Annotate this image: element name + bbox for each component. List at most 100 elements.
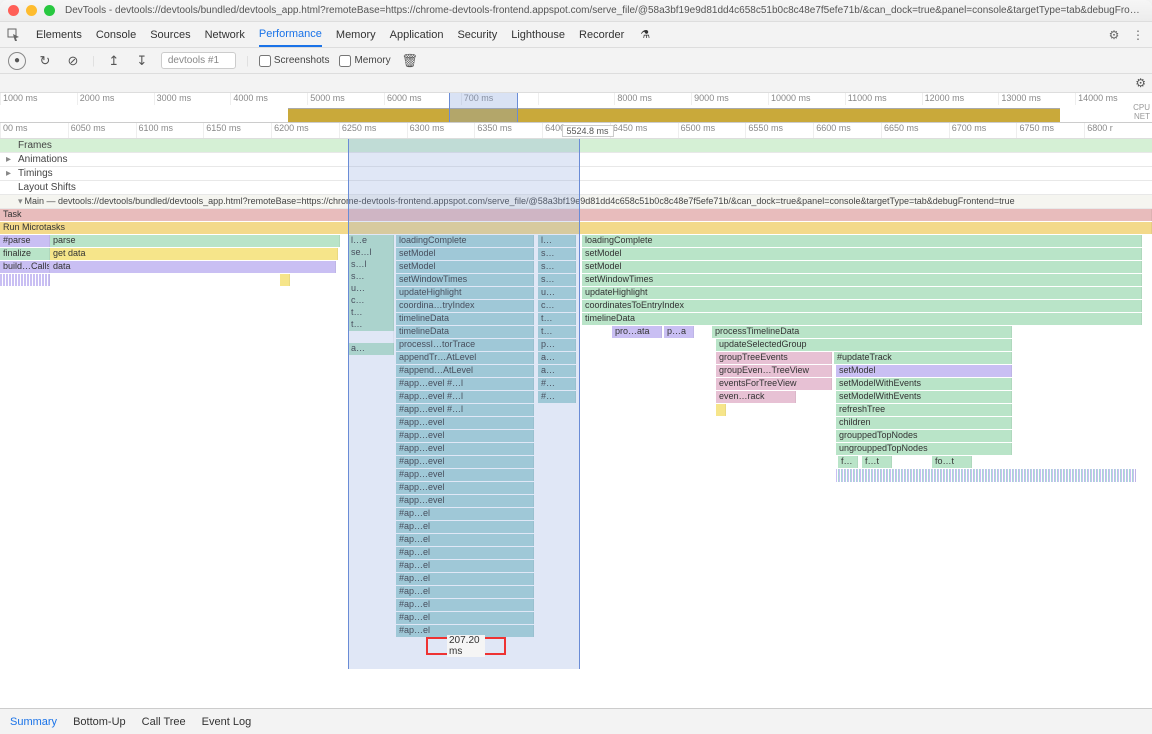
frames-track[interactable]: Frames 5524.8 ms	[0, 139, 1152, 153]
trash-icon[interactable]: 🗑	[401, 52, 419, 70]
flame-bar[interactable]: timelineData	[396, 326, 534, 338]
more-icon[interactable]: ⋮	[1130, 27, 1146, 43]
flame-bar[interactable]: #ap…el	[396, 573, 534, 585]
upload-icon[interactable]: ↥	[105, 52, 123, 70]
flame-bar[interactable]: #ap…el	[396, 508, 534, 520]
flame-bar[interactable]: c…	[538, 300, 576, 312]
flame-bar[interactable]: p…	[538, 339, 576, 351]
gear-icon[interactable]: ⚙	[1135, 76, 1146, 90]
flame-bar[interactable]: #app…evel #…l	[396, 404, 534, 416]
flame-bar[interactable]: loadingComplete	[582, 235, 1142, 247]
tab-application[interactable]: Application	[390, 24, 444, 46]
flame-bar[interactable]: a…	[538, 365, 576, 377]
minimize-icon[interactable]	[26, 5, 37, 16]
flame-bar[interactable]: a…	[538, 352, 576, 364]
flame-chart[interactable]: Task Run Microtasks #parse parse finaliz…	[0, 209, 1152, 669]
flame-bar[interactable]: #…	[538, 378, 576, 390]
flame-bar[interactable]: s…	[538, 261, 576, 273]
zoom-icon[interactable]	[44, 5, 55, 16]
flame-bar[interactable]: #app…evel #…l	[396, 378, 534, 390]
flame-task[interactable]: Task	[0, 209, 1152, 221]
inspect-icon[interactable]	[6, 27, 22, 43]
flame-bar[interactable]: coordina…tryIndex	[396, 300, 534, 312]
flame-bar[interactable]: timelineData	[396, 313, 534, 325]
flame-bar[interactable]: updateHighlight	[396, 287, 534, 299]
flame-bar[interactable]: #app…evel	[396, 430, 534, 442]
tab-recorder[interactable]: Recorder	[579, 24, 624, 46]
flame-bar[interactable]: build…Calls	[0, 261, 50, 273]
flame-bar[interactable]: finalize	[0, 248, 50, 260]
flame-bar[interactable]: setModel	[396, 248, 534, 260]
flame-bar[interactable]: get data	[50, 248, 338, 260]
tab-summary[interactable]: Summary	[10, 716, 57, 728]
flame-bar[interactable]: s…	[538, 274, 576, 286]
settings-icon[interactable]: ⚙	[1106, 27, 1122, 43]
clear-icon[interactable]: ⊘	[64, 52, 82, 70]
flame-bar[interactable]: data	[50, 261, 336, 273]
flame-bar[interactable]: coordinatesToEntryIndex	[582, 300, 1142, 312]
flame-bar[interactable]: #…	[538, 391, 576, 403]
flame-bar[interactable]: #app…evel	[396, 495, 534, 507]
tab-memory[interactable]: Memory	[336, 24, 376, 46]
tab-bottom-up[interactable]: Bottom-Up	[73, 716, 126, 728]
timings-track[interactable]: Timings	[0, 167, 1152, 181]
flame-bar[interactable]: #ap…el	[396, 625, 534, 637]
flame-bar[interactable]: l…	[538, 235, 576, 247]
flame-bar[interactable]: #ap…el	[396, 534, 534, 546]
tab-sources[interactable]: Sources	[150, 24, 190, 46]
flame-bar[interactable]: #app…evel	[396, 417, 534, 429]
flame-bar[interactable]: appendTr…AtLevel	[396, 352, 534, 364]
flame-bar[interactable]	[280, 274, 290, 286]
flame-bar[interactable]: #app…evel	[396, 482, 534, 494]
overview-labels: CPUNET	[1133, 103, 1150, 121]
flame-bar[interactable]: setModel	[582, 261, 1142, 273]
flame-bar[interactable]: parse	[50, 235, 340, 247]
tab-performance[interactable]: Performance	[259, 23, 322, 47]
main-thread-header[interactable]: Main — devtools://devtools/bundled/devto…	[0, 195, 1152, 209]
layout-shifts-track[interactable]: Layout Shifts	[0, 181, 1152, 195]
flame-bar[interactable]: #ap…el	[396, 612, 534, 624]
flame-bar[interactable]: #ap…el	[396, 521, 534, 533]
flame-bar[interactable]: setModel	[582, 248, 1142, 260]
flame-bar[interactable]: #app…evel	[396, 443, 534, 455]
download-icon[interactable]: ↧	[133, 52, 151, 70]
flame-bar[interactable]: processI…torTrace	[396, 339, 534, 351]
screenshots-checkbox[interactable]: Screenshots	[259, 55, 330, 67]
profile-dropdown[interactable]: devtools #1	[161, 52, 236, 69]
flame-bar[interactable]: setWindowTimes	[582, 274, 1142, 286]
tab-console[interactable]: Console	[96, 24, 136, 46]
memory-checkbox[interactable]: Memory	[339, 55, 390, 67]
close-icon[interactable]	[8, 5, 19, 16]
flame-bar[interactable]: t…	[538, 326, 576, 338]
record-icon[interactable]: ●	[8, 52, 26, 70]
flame-microtasks[interactable]: Run Microtasks	[0, 222, 1152, 234]
flame-bar[interactable]: setModel	[396, 261, 534, 273]
flame-bar[interactable]: t…	[538, 313, 576, 325]
flame-sparkline	[0, 274, 50, 286]
flame-bar[interactable]: #parse	[0, 235, 50, 247]
flame-bar[interactable]: #append…AtLevel	[396, 365, 534, 377]
overview-selection[interactable]	[449, 93, 518, 122]
reload-icon[interactable]: ↻	[36, 52, 54, 70]
tab-network[interactable]: Network	[205, 24, 245, 46]
flame-bar[interactable]: #ap…el	[396, 599, 534, 611]
tab-event-log[interactable]: Event Log	[202, 716, 252, 728]
flame-bar[interactable]: timelineData	[582, 313, 1142, 325]
animations-track[interactable]: Animations	[0, 153, 1152, 167]
flame-bar[interactable]: s…	[538, 248, 576, 260]
overview-timeline[interactable]: 1000 ms2000 ms3000 ms 4000 ms5000 ms6000…	[0, 93, 1152, 123]
tab-lighthouse[interactable]: Lighthouse	[511, 24, 565, 46]
tab-call-tree[interactable]: Call Tree	[142, 716, 186, 728]
flame-bar[interactable]: updateHighlight	[582, 287, 1142, 299]
flame-bar[interactable]: #ap…el	[396, 586, 534, 598]
flame-bar[interactable]: u…	[538, 287, 576, 299]
flame-bar[interactable]: loadingComplete	[396, 235, 534, 247]
tab-security[interactable]: Security	[457, 24, 497, 46]
flame-bar[interactable]: #ap…el	[396, 560, 534, 572]
flame-bar[interactable]: #app…evel #…l	[396, 391, 534, 403]
flame-bar[interactable]: #app…evel	[396, 456, 534, 468]
tab-elements[interactable]: Elements	[36, 24, 82, 46]
flame-bar[interactable]: setWindowTimes	[396, 274, 534, 286]
flame-bar[interactable]: #ap…el	[396, 547, 534, 559]
flame-bar[interactable]: #app…evel	[396, 469, 534, 481]
